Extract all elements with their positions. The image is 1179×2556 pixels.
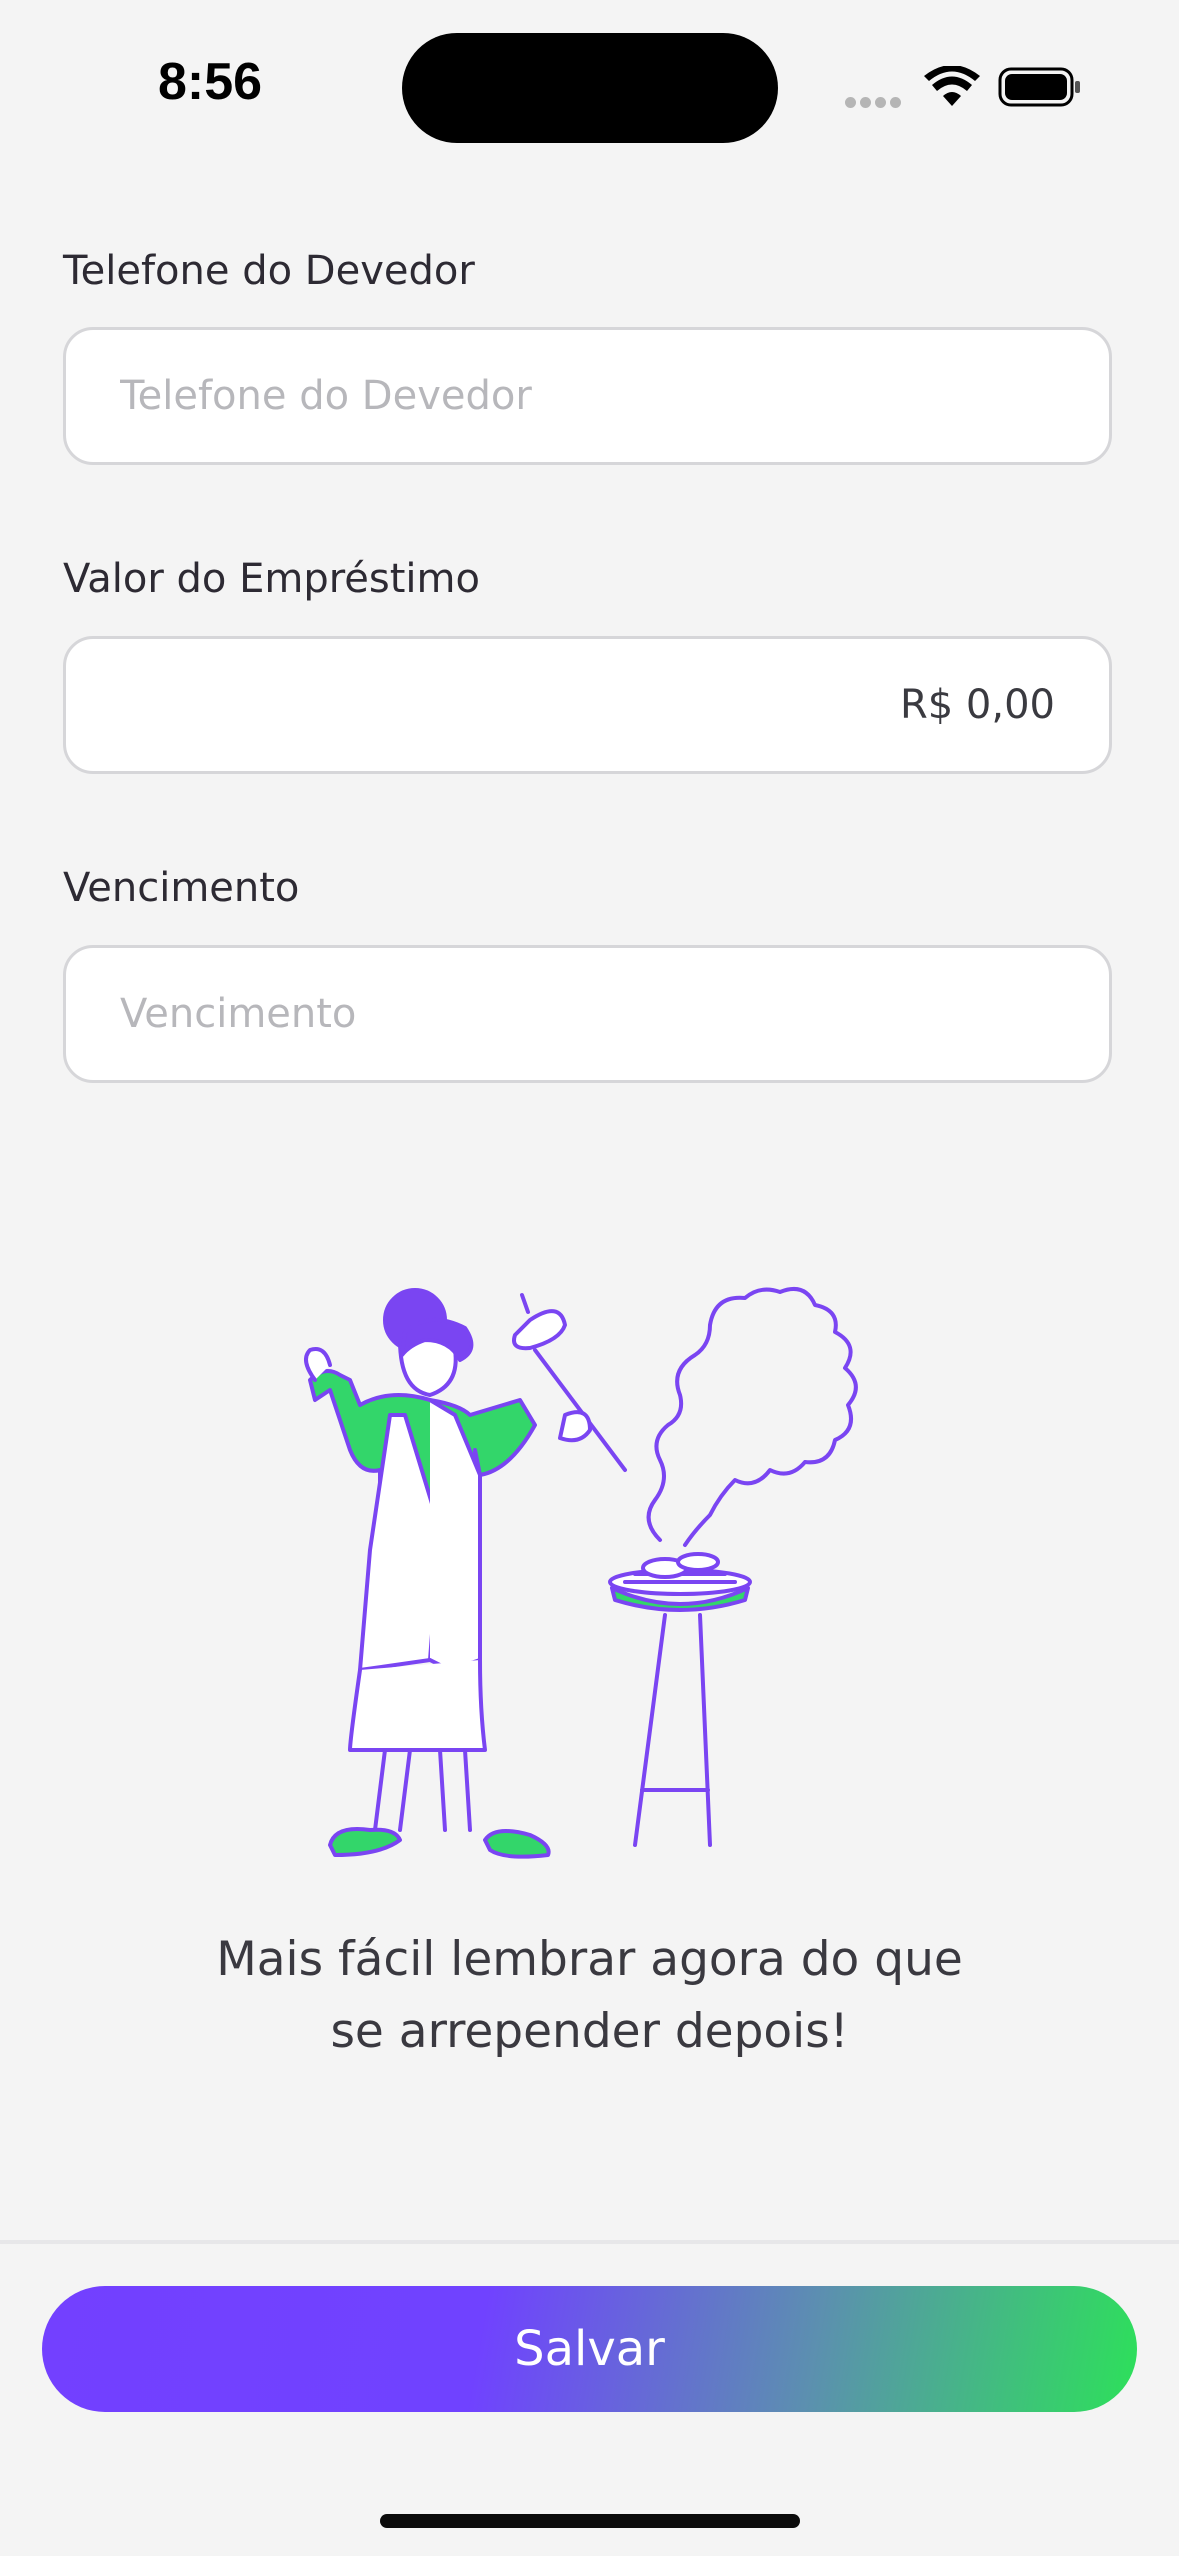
phone-input[interactable]	[63, 327, 1112, 465]
footer-divider	[0, 2240, 1179, 2244]
tagline-line1: Mais fácil lembrar agora do que	[216, 1932, 963, 1987]
tagline: Mais fácil lembrar agora do que se arrep…	[0, 1924, 1179, 2068]
due-date-label: Vencimento	[63, 865, 300, 911]
barbecue-illustration	[304, 1287, 858, 1859]
dynamic-island	[402, 33, 778, 143]
save-button[interactable]: Salvar	[42, 2286, 1137, 2412]
amount-input[interactable]	[63, 636, 1112, 774]
phone-label: Telefone do Devedor	[63, 248, 475, 294]
amount-label: Valor do Empréstimo	[63, 556, 480, 602]
due-date-input[interactable]	[63, 945, 1112, 1083]
tagline-line2: se arrepender depois!	[330, 2004, 849, 2059]
battery-icon	[998, 67, 1080, 107]
wifi-icon	[924, 66, 980, 106]
status-time: 8:56	[158, 53, 263, 111]
home-indicator[interactable]	[380, 2514, 800, 2528]
signal-icon	[845, 93, 905, 112]
